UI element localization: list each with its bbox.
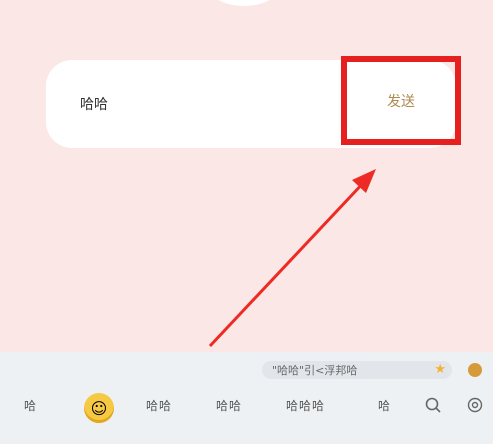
star-icon: ★ (434, 362, 446, 377)
send-button[interactable]: 发送 (341, 56, 461, 145)
extra-emoji-icon[interactable] (468, 363, 482, 377)
search-icon[interactable] (424, 396, 442, 414)
grin-emoji-icon[interactable]: ☺ (84, 393, 114, 423)
avatar (210, 0, 278, 6)
candidate-1[interactable]: 哈 (24, 397, 37, 414)
suggestion-text: "哈哈"引<浮邦哈 (272, 364, 358, 377)
candidate-2[interactable]: 哈哈 (146, 397, 172, 414)
candidate-4[interactable]: 哈哈哈 (286, 397, 325, 414)
candidate-3[interactable]: 哈哈 (216, 397, 242, 414)
settings-icon[interactable] (466, 396, 484, 414)
candidate-5[interactable]: 哈 (378, 397, 391, 414)
send-button-label: 发送 (387, 93, 415, 110)
message-input-text[interactable]: 哈哈 (80, 94, 108, 114)
suggestion-pill[interactable]: "哈哈"引<浮邦哈 ★ (262, 361, 452, 379)
